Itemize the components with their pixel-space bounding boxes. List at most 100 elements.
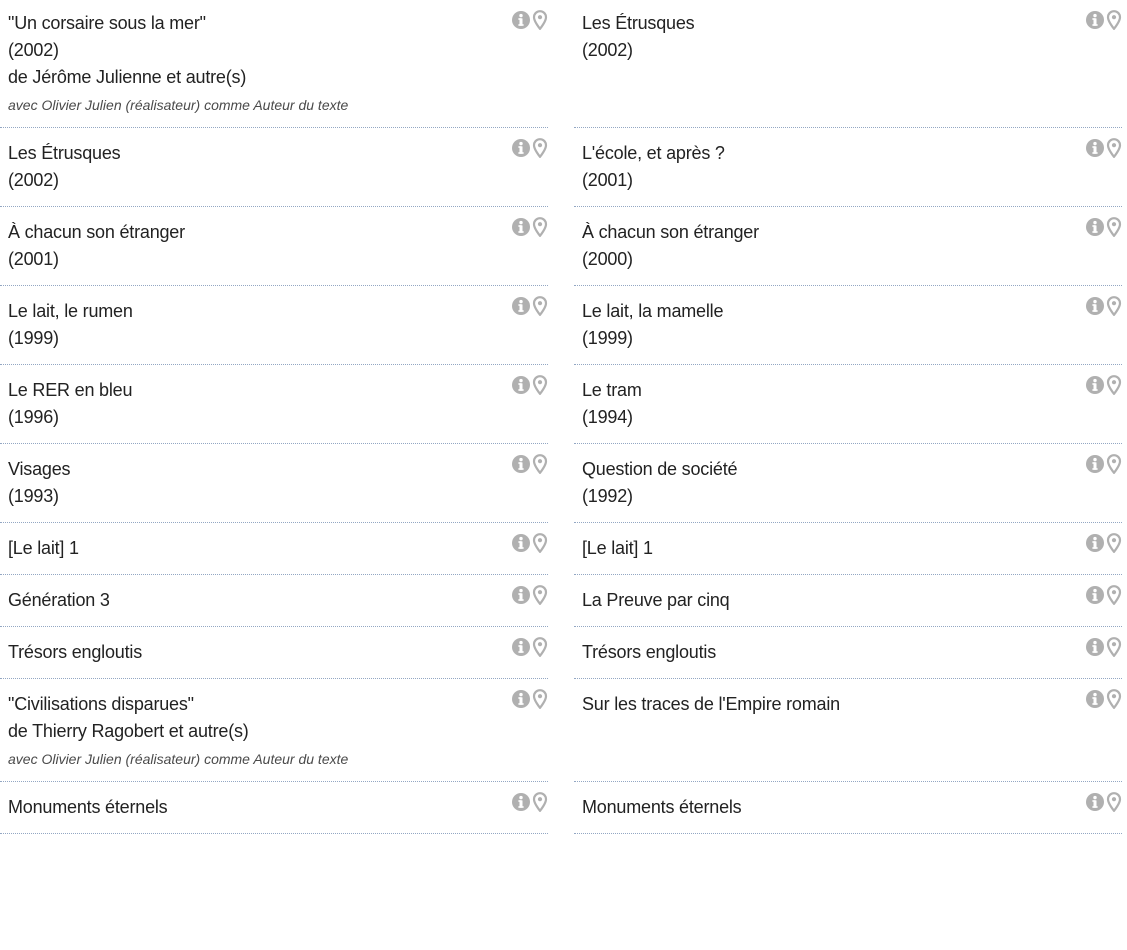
item-title: Sur les traces de l'Empire romain <box>582 694 840 714</box>
list-item[interactable]: À chacun son étranger (2001) <box>0 207 548 286</box>
info-icon[interactable] <box>511 138 531 158</box>
map-pin-icon[interactable] <box>532 454 548 475</box>
map-pin-icon[interactable] <box>1106 792 1122 813</box>
info-icon[interactable] <box>1085 689 1105 709</box>
item-actions <box>511 138 548 159</box>
item-year: (2002) <box>582 40 633 60</box>
item-actions <box>1085 585 1122 606</box>
item-title: Question de société <box>582 459 738 479</box>
map-pin-icon[interactable] <box>532 533 548 554</box>
info-icon[interactable] <box>511 454 531 474</box>
item-title: À chacun son étranger <box>582 222 759 242</box>
list-row: Trésors engloutis Trésors engloutis <box>0 627 1127 679</box>
item-title: Les Étrusques <box>582 13 695 33</box>
info-icon[interactable] <box>1085 375 1105 395</box>
item-actions <box>1085 533 1122 554</box>
item-title: Monuments éternels <box>582 797 742 817</box>
list-item[interactable]: Le tram (1994) <box>574 365 1122 444</box>
map-pin-icon[interactable] <box>532 217 548 238</box>
list-item[interactable]: [Le lait] 1 <box>0 523 548 575</box>
map-pin-icon[interactable] <box>1106 138 1122 159</box>
list-item[interactable]: La Preuve par cinq <box>574 575 1122 627</box>
info-icon[interactable] <box>1085 10 1105 30</box>
map-pin-icon[interactable] <box>1106 375 1122 396</box>
info-icon[interactable] <box>1085 217 1105 237</box>
info-icon[interactable] <box>511 689 531 709</box>
item-year: (2002) <box>8 170 59 190</box>
item-year: (1999) <box>8 328 59 348</box>
item-authors: de Jérôme Julienne et autre(s) <box>8 67 247 87</box>
results-grid: "Un corsaire sous la mer" (2002) de Jérôme… <box>0 0 1127 834</box>
item-actions <box>511 637 548 658</box>
item-title: L'école, et après ? <box>582 143 725 163</box>
list-item[interactable]: À chacun son étranger (2000) <box>574 207 1122 286</box>
item-actions <box>511 689 548 710</box>
map-pin-icon[interactable] <box>532 637 548 658</box>
map-pin-icon[interactable] <box>1106 217 1122 238</box>
item-authors: de Thierry Ragobert et autre(s) <box>8 721 249 741</box>
map-pin-icon[interactable] <box>1106 689 1122 710</box>
info-icon[interactable] <box>1085 585 1105 605</box>
map-pin-icon[interactable] <box>1106 533 1122 554</box>
info-icon[interactable] <box>511 585 531 605</box>
list-item[interactable]: Le lait, la mamelle (1999) <box>574 286 1122 365</box>
info-icon[interactable] <box>1085 454 1105 474</box>
map-pin-icon[interactable] <box>1106 585 1122 606</box>
info-icon[interactable] <box>511 10 531 30</box>
info-icon[interactable] <box>511 637 531 657</box>
info-icon[interactable] <box>511 792 531 812</box>
list-item[interactable]: Les Étrusques (2002) <box>0 128 548 207</box>
map-pin-icon[interactable] <box>1106 454 1122 475</box>
info-icon[interactable] <box>1085 637 1105 657</box>
list-item[interactable]: Visages (1993) <box>0 444 548 523</box>
item-actions <box>1085 10 1122 31</box>
item-actions <box>511 217 548 238</box>
list-item[interactable]: Question de société (1992) <box>574 444 1122 523</box>
map-pin-icon[interactable] <box>532 138 548 159</box>
info-icon[interactable] <box>511 217 531 237</box>
list-item[interactable]: Monuments éternels <box>0 782 548 834</box>
list-item[interactable]: Trésors engloutis <box>0 627 548 679</box>
map-pin-icon[interactable] <box>532 296 548 317</box>
info-icon[interactable] <box>511 296 531 316</box>
list-item[interactable]: Sur les traces de l'Empire romain <box>574 679 1122 782</box>
list-row: [Le lait] 1 [Le lait] 1 <box>0 523 1127 575</box>
map-pin-icon[interactable] <box>532 10 548 31</box>
list-item[interactable]: Génération 3 <box>0 575 548 627</box>
item-actions <box>1085 375 1122 396</box>
list-item[interactable]: "Un corsaire sous la mer" (2002) de Jérôme… <box>0 0 548 128</box>
map-pin-icon[interactable] <box>532 689 548 710</box>
list-item[interactable]: Monuments éternels <box>574 782 1122 834</box>
map-pin-icon[interactable] <box>1106 10 1122 31</box>
list-row: Génération 3 La Preuve par cinq <box>0 575 1127 627</box>
item-year: (1992) <box>582 486 633 506</box>
list-row: "Un corsaire sous la mer" (2002) de Jérôme… <box>0 0 1127 128</box>
list-item[interactable]: L'école, et après ? (2001) <box>574 128 1122 207</box>
map-pin-icon[interactable] <box>532 585 548 606</box>
info-icon[interactable] <box>1085 138 1105 158</box>
item-actions <box>1085 296 1122 317</box>
item-actions <box>1085 637 1122 658</box>
info-icon[interactable] <box>1085 296 1105 316</box>
map-pin-icon[interactable] <box>1106 637 1122 658</box>
item-actions <box>1085 454 1122 475</box>
list-item[interactable]: Les Étrusques (2002) <box>574 0 1122 128</box>
list-item[interactable]: Le lait, le rumen (1999) <box>0 286 548 365</box>
list-row: "Civilisations disparues" de Thierry Rago… <box>0 679 1127 782</box>
list-item[interactable]: Le RER en bleu (1996) <box>0 365 548 444</box>
list-item[interactable]: "Civilisations disparues" de Thierry Rago… <box>0 679 548 782</box>
list-row: À chacun son étranger (2001) À chacun son … <box>0 207 1127 286</box>
info-icon[interactable] <box>511 533 531 553</box>
item-title: Trésors engloutis <box>582 642 716 662</box>
item-note: avec Olivier Julien (réalisateur) comme … <box>8 751 349 767</box>
info-icon[interactable] <box>511 375 531 395</box>
map-pin-icon[interactable] <box>1106 296 1122 317</box>
map-pin-icon[interactable] <box>532 375 548 396</box>
item-title: Le tram <box>582 380 642 400</box>
map-pin-icon[interactable] <box>532 792 548 813</box>
list-item[interactable]: Trésors engloutis <box>574 627 1122 679</box>
list-row: Le RER en bleu (1996) Le tram (1994) <box>0 365 1127 444</box>
info-icon[interactable] <box>1085 533 1105 553</box>
list-item[interactable]: [Le lait] 1 <box>574 523 1122 575</box>
info-icon[interactable] <box>1085 792 1105 812</box>
